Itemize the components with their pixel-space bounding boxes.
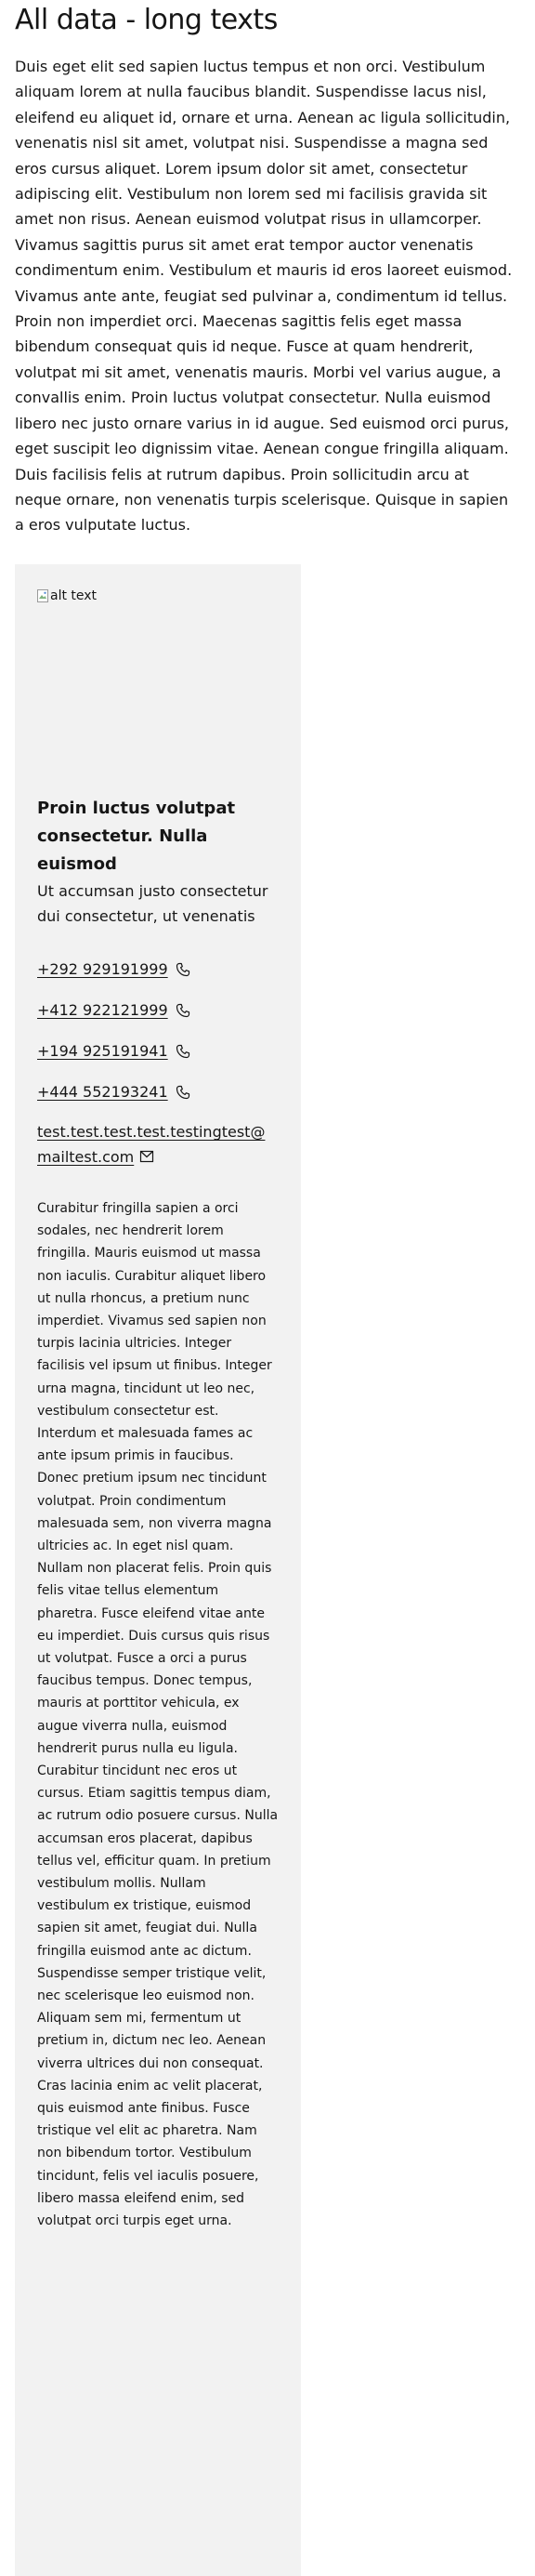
page-title: All data - long texts [15, 4, 278, 36]
page: All data - long texts Duis eget elit sed… [0, 0, 535, 2576]
phone-number[interactable]: +292 929191999 [37, 960, 168, 978]
card-image: alt text [37, 587, 260, 795]
phone-link-3[interactable]: +194 925191941 [37, 1039, 279, 1063]
card-title: Proin luctus volutpat consectetur. Nulla… [37, 798, 236, 874]
broken-image-icon [37, 588, 48, 602]
card-body-text: Curabitur fringilla sapien a orci sodale… [37, 1200, 279, 2229]
image-alt-text: alt text [37, 587, 260, 605]
phone-number[interactable]: +444 552193241 [37, 1083, 168, 1101]
contact-list: +292 929191999 +412 922121999 +194 92519… [37, 958, 279, 1169]
mail-icon [139, 1145, 154, 1163]
phone-link-1[interactable]: +292 929191999 [37, 958, 279, 982]
phone-link-4[interactable]: +444 552193241 [37, 1080, 279, 1104]
phone-icon [176, 1044, 190, 1059]
phone-icon [176, 1003, 190, 1018]
phone-number[interactable]: +194 925191941 [37, 1042, 168, 1060]
phone-link-2[interactable]: +412 922121999 [37, 998, 279, 1023]
email-link[interactable]: test.test.test.test.testingtest@mailtest… [37, 1119, 279, 1169]
phone-icon [176, 962, 190, 977]
phone-number[interactable]: +412 922121999 [37, 1001, 168, 1019]
image-alt-label: alt text [50, 588, 98, 603]
intro-paragraph: Duis eget elit sed sapien luctus tempus … [15, 58, 513, 535]
contact-card: alt text Proin luctus volutpat consectet… [15, 563, 301, 2576]
phone-icon [176, 1085, 190, 1100]
card-subtitle: Ut accumsan justo consectetur dui consec… [37, 881, 268, 926]
